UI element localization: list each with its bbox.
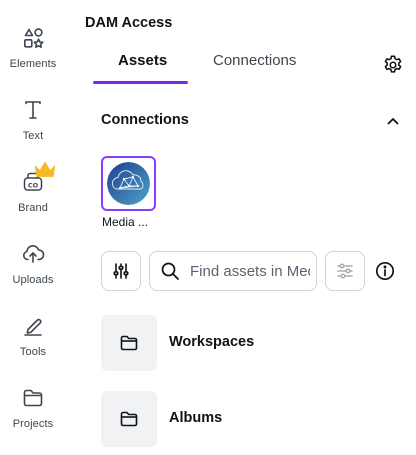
filter-sliders-button[interactable] bbox=[101, 251, 141, 291]
search-input[interactable] bbox=[190, 262, 310, 280]
chevron-up-icon[interactable] bbox=[385, 113, 401, 129]
info-icon[interactable] bbox=[375, 261, 395, 281]
dam-access-panel: DAM Access Assets Connections Connection… bbox=[85, 0, 416, 455]
active-tab-indicator bbox=[93, 81, 188, 84]
search-field[interactable] bbox=[149, 251, 317, 291]
brand-icon: CO bbox=[21, 161, 56, 194]
rail-item-elements[interactable]: Elements bbox=[0, 26, 66, 90]
folder-icon bbox=[21, 386, 45, 410]
folder-icon bbox=[120, 335, 138, 351]
rail-label-text: Text bbox=[22, 130, 44, 142]
elements-icon bbox=[21, 26, 45, 50]
rail-label-uploads: Uploads bbox=[12, 274, 54, 286]
panel-tabs: Assets Connections bbox=[85, 52, 385, 86]
text-icon bbox=[21, 98, 45, 122]
sliders-icon bbox=[113, 263, 129, 279]
search-icon bbox=[161, 262, 179, 280]
cloud-upload-icon bbox=[21, 242, 45, 266]
folder-item-albums[interactable]: Albums bbox=[101, 391, 401, 447]
rail-label-tools: Tools bbox=[19, 346, 47, 358]
rail-label-brand: Brand bbox=[18, 202, 48, 214]
folder-item-workspaces[interactable]: Workspaces bbox=[101, 315, 401, 371]
gear-icon[interactable] bbox=[382, 54, 404, 76]
left-rail: Elements Text CO Brand Uploads Tools Pro… bbox=[0, 0, 66, 455]
folder-thumbnail bbox=[101, 391, 157, 447]
rail-item-tools[interactable]: Tools bbox=[0, 314, 66, 378]
connection-label: Media ... bbox=[102, 215, 149, 229]
folder-icon bbox=[120, 411, 138, 427]
adjust-filters-button[interactable] bbox=[325, 251, 365, 291]
section-title-connections: Connections bbox=[101, 112, 189, 128]
media-logo-icon bbox=[107, 162, 150, 205]
tools-icon bbox=[21, 314, 45, 338]
crown-icon bbox=[34, 161, 56, 177]
svg-text:CO: CO bbox=[28, 181, 39, 189]
rail-label-projects: Projects bbox=[12, 418, 54, 430]
folder-label: Albums bbox=[169, 410, 223, 426]
rail-item-brand[interactable]: CO Brand bbox=[0, 161, 66, 234]
tab-connections[interactable]: Connections bbox=[213, 52, 296, 84]
folder-thumbnail bbox=[101, 315, 157, 371]
rail-item-uploads[interactable]: Uploads bbox=[0, 242, 66, 306]
rail-item-text[interactable]: Text bbox=[0, 98, 66, 162]
rail-label-elements: Elements bbox=[9, 58, 57, 70]
adjust-icon bbox=[337, 263, 353, 279]
panel-title: DAM Access bbox=[85, 15, 173, 31]
rail-item-projects[interactable]: Projects bbox=[0, 386, 66, 450]
connection-tile-media[interactable] bbox=[101, 156, 156, 211]
folder-label: Workspaces bbox=[169, 334, 255, 350]
tab-assets[interactable]: Assets bbox=[118, 52, 167, 84]
